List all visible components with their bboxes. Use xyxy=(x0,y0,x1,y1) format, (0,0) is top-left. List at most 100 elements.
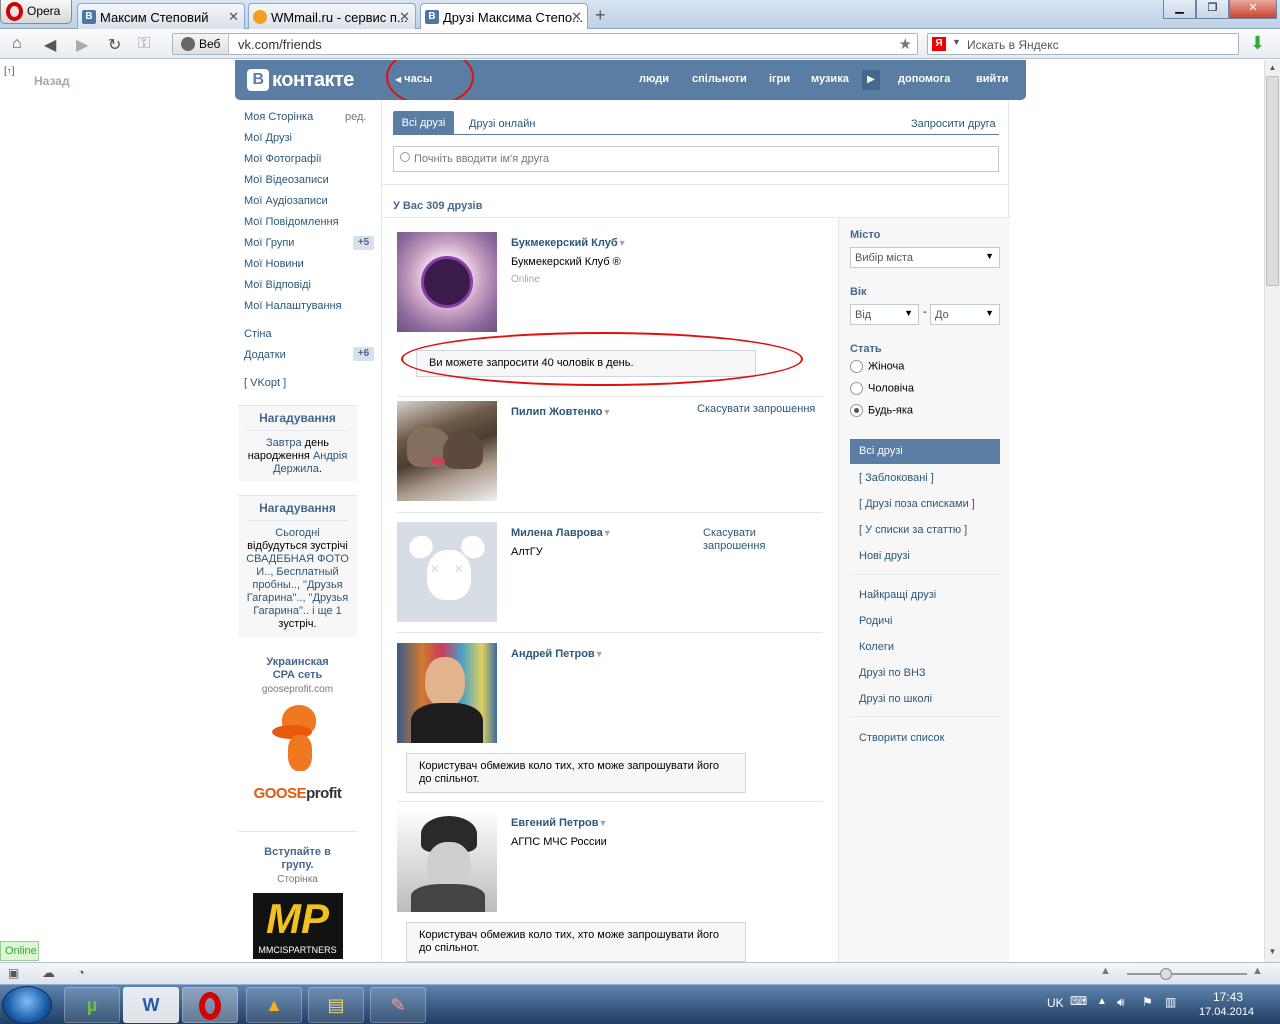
panel-toggle-icon[interactable]: ▣ xyxy=(8,966,19,980)
menu-edit-link[interactable]: ред. xyxy=(345,111,366,123)
cancel-request-link[interactable]: Скасувати запрошення xyxy=(703,527,765,553)
friend-name-link[interactable]: Евгений Петров▼ xyxy=(511,817,607,829)
cancel-request-link[interactable]: Скасувати запрошення xyxy=(697,403,815,416)
zoom-slider-handle[interactable] xyxy=(1160,968,1172,980)
friend-name[interactable]: Букмекерский Клуб xyxy=(511,237,618,249)
menu-my-news[interactable]: Мої Новини xyxy=(244,258,304,270)
vk-logo[interactable]: Вконтакте xyxy=(247,69,354,92)
page-scrollbar[interactable]: ▲ ≡ ▼ xyxy=(1264,60,1280,962)
scroll-thumb[interactable] xyxy=(1266,76,1279,286)
paint-taskbar-icon[interactable]: ✎ xyxy=(370,987,426,1023)
chevron-down-icon[interactable]: ▼ xyxy=(599,818,608,828)
back-link[interactable]: Назад xyxy=(34,74,70,88)
network-icon[interactable]: ▥ xyxy=(1165,995,1176,1009)
friend-name[interactable]: Милена Лаврова xyxy=(511,527,603,539)
reminder-person-link[interactable]: Андрія xyxy=(313,450,347,462)
menu-my-messages[interactable]: Мої Повідомлення xyxy=(244,216,339,228)
menu-apps[interactable]: Додатки xyxy=(244,349,286,361)
keyboard-icon[interactable]: ⌨ xyxy=(1070,994,1087,1008)
sex-male-radio[interactable]: Чоловіча xyxy=(850,382,914,395)
zoom-slider[interactable] xyxy=(1127,973,1247,975)
home-icon[interactable]: ⌂ xyxy=(12,35,22,53)
close-tab-icon[interactable]: ✕ xyxy=(571,9,582,25)
friend-avatar[interactable] xyxy=(397,812,497,912)
tab-maksym[interactable]: В Максим Степовий ✕ xyxy=(77,3,245,29)
utorrent-taskbar-icon[interactable]: µ xyxy=(64,987,120,1023)
friend-name[interactable]: Евгений Петров xyxy=(511,817,599,829)
friend-name[interactable]: Андрей Петров xyxy=(511,648,595,660)
reminder-today-link[interactable]: Сьогодні xyxy=(275,527,319,539)
age-to-select[interactable]: До ▼ xyxy=(930,304,1000,325)
scroll-up-icon[interactable]: ▲ xyxy=(1265,60,1280,75)
friend-avatar[interactable]: ✕ ✕ xyxy=(397,522,497,622)
menu-my-settings[interactable]: Мої Налаштування xyxy=(244,300,342,312)
list-school[interactable]: Друзі по школі xyxy=(859,693,932,705)
event-link[interactable]: пробны.., "Друзья xyxy=(252,579,342,591)
reminder-person-link[interactable]: Держила xyxy=(273,463,319,475)
menu-my-groups[interactable]: Мої Групи xyxy=(244,237,294,249)
aimp-taskbar-icon[interactable]: ▲ xyxy=(246,987,302,1023)
nav-more-arrow-icon[interactable]: ▶ xyxy=(862,70,880,90)
menu-my-friends[interactable]: Мої Друзі xyxy=(244,132,292,144)
friend-name-link[interactable]: Андрей Петров▼ xyxy=(511,648,604,660)
clock-date[interactable]: 17.04.2014 xyxy=(1199,1006,1254,1018)
ad-mmcis[interactable]: Вступайте в групу. Сторінка MP MMCISPART… xyxy=(238,846,357,959)
minimize-button[interactable]: ▁ xyxy=(1163,0,1196,19)
sex-any-radio[interactable]: Будь-яка xyxy=(850,404,913,417)
cancel-text[interactable]: запрошення xyxy=(703,540,765,552)
list-outside-lists[interactable]: [ Друзі поза списками ] xyxy=(859,498,975,510)
menu-my-replies[interactable]: Мої Відповіді xyxy=(244,279,311,291)
tab-all-friends[interactable]: Всі друзі xyxy=(393,111,454,135)
zoom-out-icon[interactable]: ▲ xyxy=(1100,965,1111,977)
turbo-gauge-icon[interactable]: ◔ xyxy=(77,965,85,980)
opera-menu-button[interactable]: Opera xyxy=(0,0,72,24)
tab-friends[interactable]: В Друзі Максима Степо... ✕ xyxy=(420,3,588,30)
chevron-down-icon[interactable]: ▼ xyxy=(603,528,612,538)
radio-circle[interactable] xyxy=(850,360,863,373)
list-relatives[interactable]: Родичі xyxy=(859,615,892,627)
menu-vkopt[interactable]: [ VKopt ] xyxy=(244,377,286,389)
create-list-link[interactable]: Створити список xyxy=(859,732,944,744)
url-field[interactable]: Веб vk.com/friends ★ xyxy=(172,33,918,55)
scroll-down-icon[interactable]: ▼ xyxy=(1265,944,1280,959)
friend-name[interactable]: Пилип Жовтенко xyxy=(511,406,602,418)
friend-name-link[interactable]: Милена Лаврова▼ xyxy=(511,527,612,539)
chevron-down-icon[interactable]: ▼ xyxy=(618,238,627,248)
nav-communities[interactable]: спільноти xyxy=(692,73,747,85)
tab-wmmail[interactable]: WMmail.ru - сервис п... ✕ xyxy=(248,3,416,29)
friend-avatar[interactable] xyxy=(397,401,497,501)
nav-help[interactable]: допомога xyxy=(898,73,950,85)
close-tab-icon[interactable]: ✕ xyxy=(228,9,239,25)
explorer-taskbar-icon[interactable]: ▤ xyxy=(308,987,364,1023)
flag-icon[interactable]: ⚑ xyxy=(1142,995,1153,1009)
age-from-select[interactable]: Від ▼ xyxy=(850,304,919,325)
nav-games[interactable]: ігри xyxy=(769,73,790,85)
volume-icon[interactable]: 🔊︎ xyxy=(1117,995,1125,1010)
new-tab-icon[interactable]: + xyxy=(595,5,606,26)
word-taskbar-icon[interactable]: W xyxy=(123,987,179,1023)
back-icon[interactable]: ◀ xyxy=(44,35,56,55)
close-tab-icon[interactable]: ✕ xyxy=(399,9,410,25)
friend-name-link[interactable]: Букмекерский Клуб▼ xyxy=(511,237,627,249)
key-icon[interactable]: ⚿ xyxy=(138,35,150,53)
event-link[interactable]: Гагарина".., "Друзья xyxy=(247,592,349,604)
list-by-gender[interactable]: [ У списки за статтю ] xyxy=(859,524,967,536)
url-text[interactable]: vk.com/friends xyxy=(238,37,322,52)
radio-circle-selected[interactable] xyxy=(850,404,863,417)
reload-icon[interactable]: ↻ xyxy=(108,35,121,55)
list-new-friends[interactable]: Нові друзі xyxy=(859,550,910,562)
search-engine-dropdown-icon[interactable]: ▼ xyxy=(952,37,961,47)
tray-expand-icon[interactable]: ▲ xyxy=(1097,996,1107,1007)
list-blocked[interactable]: [ Заблоковані ] xyxy=(859,472,934,484)
menu-wall[interactable]: Стіна xyxy=(244,328,272,340)
radio-circle[interactable] xyxy=(850,382,863,395)
event-link[interactable]: Гагарина".. і ще 1 xyxy=(253,605,342,617)
friend-avatar[interactable] xyxy=(397,232,497,332)
menu-my-videos[interactable]: Мої Відеозаписи xyxy=(244,174,329,186)
cloud-icon[interactable]: ☁ xyxy=(42,965,55,981)
zoom-in-icon[interactable]: ▲ xyxy=(1252,965,1263,977)
back-arrow-icon[interactable]: [↑] xyxy=(4,66,15,77)
list-colleagues[interactable]: Колеги xyxy=(859,641,894,653)
search-input[interactable]: Я ▼ Искать в Яндекс xyxy=(927,33,1239,55)
language-indicator[interactable]: UK xyxy=(1047,996,1064,1010)
